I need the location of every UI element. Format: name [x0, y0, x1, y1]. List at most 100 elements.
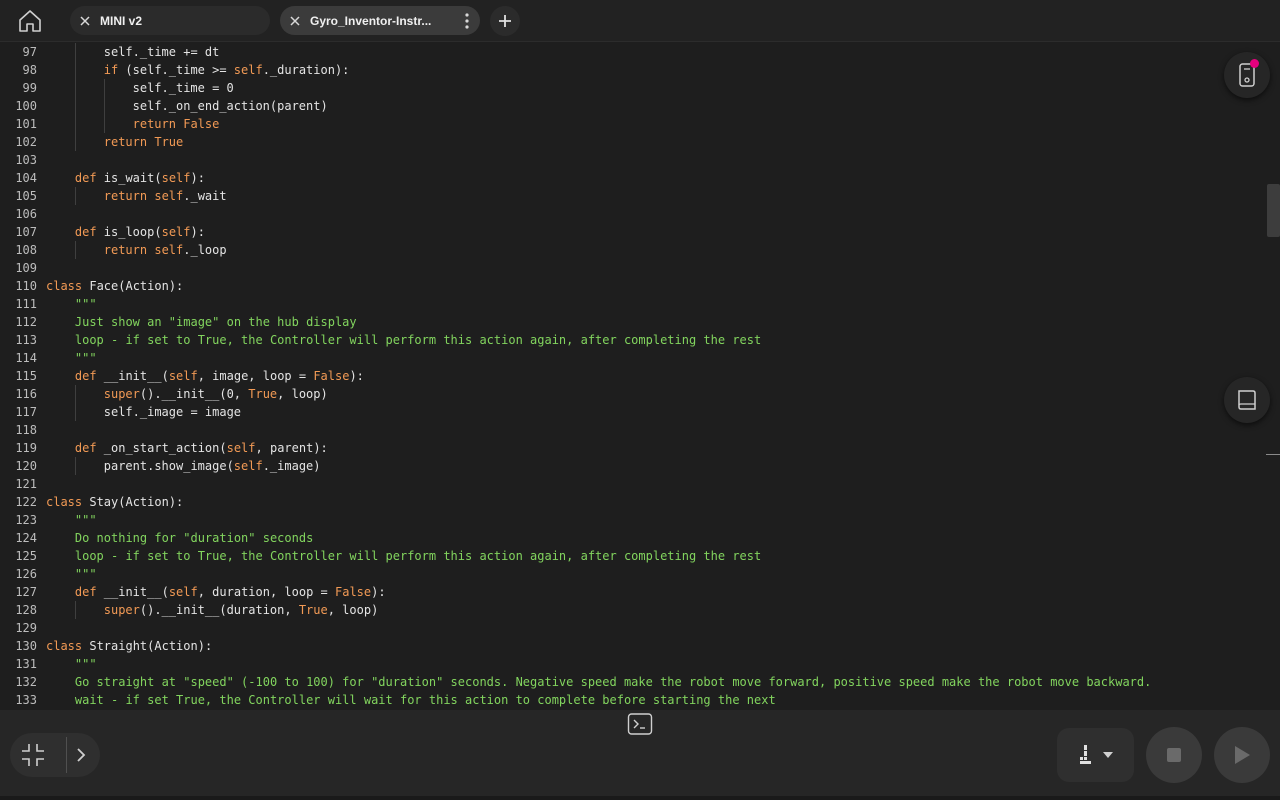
line-number: 118 — [15, 423, 37, 437]
code-token: , duration, loop = — [197, 585, 335, 599]
keyword-token: self — [168, 585, 198, 599]
string-token: wait - if set True, the Controller will … — [74, 693, 776, 707]
home-button[interactable] — [10, 4, 50, 38]
tab-gyro-inventor[interactable]: Gyro_Inventor-Instr... — [280, 6, 480, 35]
home-icon — [19, 10, 41, 32]
line-code: def __init__(self, image, loop = False): — [75, 367, 364, 385]
controls-divider — [66, 737, 67, 773]
indent-guide — [74, 115, 76, 133]
editor-scrollbar[interactable] — [1266, 42, 1280, 710]
program-slot-selector[interactable] — [1057, 728, 1134, 782]
keyword-token: self — [154, 189, 184, 203]
indent-guide — [74, 97, 76, 115]
keyword-token: self — [161, 225, 191, 239]
scrollbar-marker — [1266, 454, 1280, 455]
indent-guide — [74, 133, 76, 151]
keyword-token: False — [183, 117, 220, 131]
code-line: 128 super().__init__(duration, True, loop… — [0, 601, 1266, 619]
line-number: 101 — [15, 117, 37, 131]
keyword-token: return — [132, 117, 176, 131]
line-number: 126 — [15, 567, 37, 581]
code-token: ._duration): — [262, 63, 350, 77]
line-number: 132 — [15, 675, 37, 689]
collapse-button[interactable] — [13, 737, 53, 773]
code-editor[interactable]: 97 self._time += dt 98 if (self._time >= se… — [0, 42, 1266, 710]
code-line: 117 self._image = image — [0, 403, 1266, 421]
code-line: 111 """ — [0, 295, 1266, 313]
stop-icon — [1167, 748, 1181, 762]
line-number: 102 — [15, 135, 37, 149]
keyword-token: self — [226, 441, 256, 455]
code-token: ): — [349, 369, 364, 383]
line-number: 114 — [15, 351, 37, 365]
keyword-token: class — [46, 639, 83, 653]
tab-close-button[interactable] — [280, 15, 310, 27]
line-code: self._on_end_action(parent) — [133, 97, 328, 115]
line-code: return self._loop — [104, 241, 227, 259]
tab-label: MINI v2 — [100, 13, 143, 28]
line-code: super().__init__(0, True, loop) — [104, 385, 328, 403]
terminal-toggle-button[interactable] — [626, 710, 654, 738]
close-icon — [290, 15, 300, 26]
line-number: 123 — [15, 513, 37, 527]
code-line: 108 return self._loop — [0, 241, 1266, 259]
indent-guide — [74, 187, 76, 205]
line-number: 120 — [15, 459, 37, 473]
line-number: 133 — [15, 693, 37, 707]
line-code: def __init__(self, duration, loop = Fals… — [75, 583, 386, 601]
run-button[interactable] — [1214, 727, 1270, 783]
code-token: is_wait( — [96, 171, 162, 185]
code-line: 124 Do nothing for "duration" seconds — [0, 529, 1266, 547]
code-token: ): — [371, 585, 386, 599]
book-icon — [1238, 390, 1256, 410]
line-code: class Stay(Action): — [46, 493, 183, 511]
keyword-token: self — [168, 369, 198, 383]
terminal-icon — [627, 713, 653, 735]
line-code: self._time += dt — [104, 43, 220, 61]
line-number: 107 — [15, 225, 37, 239]
code-line: 120 parent.show_image(self._image) — [0, 457, 1266, 475]
tab-mini-v2[interactable]: MINI v2 — [70, 6, 270, 35]
code-line: 116 super().__init__(0, True, loop) — [0, 385, 1266, 403]
tab-more-button[interactable] — [454, 12, 480, 29]
new-tab-button[interactable] — [490, 6, 520, 36]
line-number: 129 — [15, 621, 37, 635]
code-line: 127 def __init__(self, duration, loop = F… — [0, 583, 1266, 601]
keyword-token: super — [103, 603, 140, 617]
line-code: Go straight at "speed" (-100 to 100) for… — [75, 673, 1151, 691]
code-line: 126 """ — [0, 565, 1266, 583]
scrollbar-thumb[interactable] — [1267, 184, 1280, 237]
code-token: self._time = 0 — [132, 81, 234, 95]
line-number: 115 — [15, 369, 37, 383]
string-token: Just show an "image" on the hub display — [74, 315, 357, 329]
keyword-token: if — [103, 63, 119, 77]
code-line: 125 loop - if set to True, the Controller… — [0, 547, 1266, 565]
code-line: 121 — [0, 475, 1266, 493]
line-code: Just show an "image" on the hub display — [75, 313, 357, 331]
string-token: loop - if set to True, the Controller wi… — [74, 549, 762, 563]
line-code: loop - if set to True, the Controller wi… — [75, 331, 761, 349]
code-line: 132 Go straight at "speed" (-100 to 100) … — [0, 673, 1266, 691]
line-number: 122 — [15, 495, 37, 509]
line-number: 128 — [15, 603, 37, 617]
indent-guide — [103, 97, 105, 115]
stop-button[interactable] — [1146, 727, 1202, 783]
line-code: class Straight(Action): — [46, 637, 212, 655]
expand-panel-button[interactable] — [68, 737, 94, 773]
code-line: 130 class Straight(Action): — [0, 637, 1266, 655]
code-token: ._image) — [262, 459, 321, 473]
line-number: 110 — [15, 279, 37, 293]
line-number: 98 — [22, 63, 37, 77]
line-code: """ — [75, 565, 97, 583]
line-code: """ — [75, 511, 97, 529]
line-code: def _on_start_action(self, parent): — [75, 439, 328, 457]
code-line: 105 return self._wait — [0, 187, 1266, 205]
code-line: 114 """ — [0, 349, 1266, 367]
keyword-token: self — [233, 459, 263, 473]
hub-connection-button[interactable] — [1224, 52, 1270, 98]
tab-close-button[interactable] — [70, 15, 100, 27]
knowledge-base-button[interactable] — [1224, 377, 1270, 423]
line-number: 117 — [15, 405, 37, 419]
top-bar: MINI v2 Gyro_Inventor-Instr... — [0, 0, 1280, 42]
hub-status-dot — [1250, 59, 1259, 68]
